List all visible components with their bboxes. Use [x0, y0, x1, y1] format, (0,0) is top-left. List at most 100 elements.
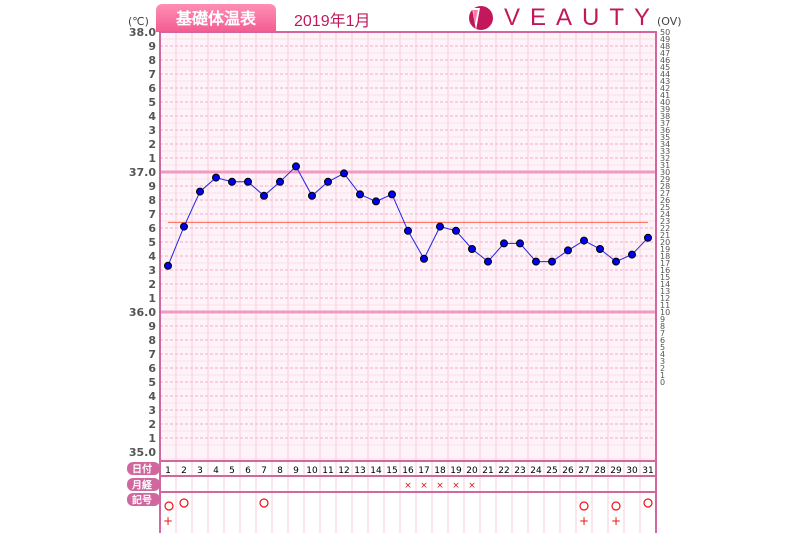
date-label: 2: [181, 466, 187, 476]
temperature-point: [532, 257, 540, 266]
date-label: 29: [610, 466, 622, 476]
y-tick-label: 8: [148, 194, 156, 207]
date-label: 1: [165, 466, 171, 476]
date-label: 8: [277, 466, 283, 476]
symbol-circle: [579, 501, 589, 511]
y-tick-label: 5: [148, 236, 156, 249]
temperature-point: [180, 222, 188, 231]
date-label: 21: [482, 466, 493, 476]
temperature-point: [260, 191, 268, 200]
date-label: 3: [197, 466, 203, 476]
y-tick-label: 5: [148, 96, 156, 109]
temperature-point: [564, 246, 572, 255]
symbol-circle: [611, 501, 621, 511]
date-label: 10: [306, 466, 318, 476]
date-label: 18: [434, 466, 446, 476]
date-label: 4: [213, 466, 219, 476]
y-tick-label: 7: [148, 68, 156, 81]
y-tick-label: 3: [148, 404, 156, 417]
symbol-circle: [643, 498, 653, 508]
y-tick-label: 2: [148, 418, 156, 431]
y2-tick-label: 50: [660, 28, 670, 37]
date-label: 20: [466, 466, 478, 476]
y-tick-label: 7: [148, 208, 156, 221]
date-label: 19: [450, 466, 462, 476]
row-label-date: 日付: [132, 463, 152, 476]
date-label: 31: [642, 466, 653, 476]
y-tick-label: 3: [148, 264, 156, 277]
symbol-circle: [179, 498, 189, 508]
temperature-point: [516, 239, 524, 248]
y-tick-label: 3: [148, 124, 156, 137]
menses-mark: ×: [420, 481, 428, 491]
row-label-symbol: 記号: [132, 494, 152, 507]
temperature-point: [548, 257, 556, 266]
date-label: 27: [578, 466, 589, 476]
date-label: 23: [514, 466, 525, 476]
date-label: 28: [594, 466, 606, 476]
date-label: 16: [402, 466, 414, 476]
y-tick-label: 9: [148, 40, 156, 53]
temperature-point: [244, 177, 252, 186]
temperature-point: [644, 233, 652, 242]
temperature-point: [388, 190, 396, 199]
y-tick-label: 5: [148, 376, 156, 389]
y-tick-label: 2: [148, 138, 156, 151]
y-tick-label: 4: [148, 110, 156, 123]
symbol-circle: [164, 501, 174, 511]
y-tick-label: 6: [148, 362, 156, 375]
date-label: 9: [293, 466, 299, 476]
date-label: 25: [546, 466, 557, 476]
symbol-plus: +: [579, 514, 589, 528]
temperature-point: [628, 250, 636, 259]
y-tick-label: 38.0: [129, 26, 156, 39]
temperature-point: [596, 245, 604, 253]
symbol-circle: [259, 498, 269, 508]
date-label: 12: [338, 466, 349, 476]
symbol-plus: +: [163, 514, 173, 528]
temperature-point: [356, 190, 364, 199]
y-tick-label: 7: [148, 348, 156, 361]
date-label: 5: [229, 466, 235, 476]
y-tick-label: 6: [148, 82, 156, 95]
y-tick-label: 35.0: [129, 446, 156, 459]
temperature-point: [580, 236, 588, 245]
date-label: 7: [261, 466, 267, 476]
date-label: 24: [530, 466, 542, 476]
menses-mark: ×: [404, 481, 412, 491]
temperature-point: [468, 245, 476, 253]
date-label: 22: [498, 466, 509, 476]
temperature-point: [308, 191, 316, 200]
y-tick-label: 4: [148, 250, 156, 263]
bbt-chart: 38.098765432137.098765432136.09876543213…: [127, 26, 670, 533]
temperature-point: [452, 226, 460, 235]
date-label: 13: [354, 466, 365, 476]
row-label-menses: 月経: [131, 479, 153, 492]
menses-mark: ×: [452, 481, 460, 491]
date-label: 26: [562, 466, 574, 476]
temperature-point: [228, 177, 236, 186]
date-label: 15: [386, 466, 397, 476]
date-label: 17: [418, 466, 429, 476]
temperature-point: [196, 187, 204, 196]
date-label: 14: [370, 466, 382, 476]
date-label: 30: [626, 466, 638, 476]
y-tick-label: 1: [148, 152, 156, 165]
plot-background: [160, 32, 656, 461]
temperature-point: [404, 226, 412, 235]
y-tick-label: 37.0: [129, 166, 156, 179]
menses-mark: ×: [436, 481, 444, 491]
temperature-point: [436, 222, 444, 231]
symbol-plus: +: [611, 514, 621, 528]
y-tick-label: 36.0: [129, 306, 156, 319]
temperature-point: [612, 257, 620, 266]
temperature-point: [484, 257, 492, 266]
y-tick-label: 6: [148, 222, 156, 235]
menses-mark: ×: [468, 481, 476, 491]
temperature-point: [292, 162, 300, 171]
y-tick-label: 9: [148, 320, 156, 333]
y-tick-label: 9: [148, 180, 156, 193]
temperature-point: [372, 197, 380, 206]
temperature-point: [164, 261, 172, 270]
temperature-point: [500, 239, 508, 248]
